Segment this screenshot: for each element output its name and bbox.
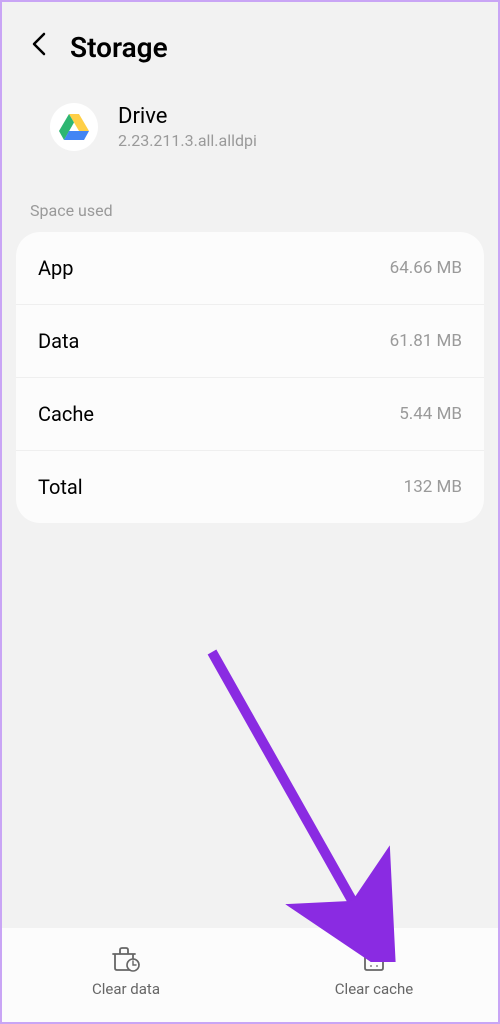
drive-app-icon xyxy=(50,103,98,151)
clear-data-label: Clear data xyxy=(92,980,160,998)
clear-data-icon xyxy=(112,946,140,972)
row-value: 132 MB xyxy=(404,477,462,497)
row-value: 64.66 MB xyxy=(390,258,462,278)
bottom-bar: Clear data Clear cache xyxy=(2,928,498,1022)
page-title: Storage xyxy=(70,31,168,64)
section-label: Space used xyxy=(2,181,498,232)
header: Storage xyxy=(2,2,498,83)
row-label: Total xyxy=(38,475,83,499)
app-info: Drive 2.23.211.3.all.alldpi xyxy=(2,83,498,181)
storage-row-total: Total 132 MB xyxy=(16,451,484,523)
storage-row-app: App 64.66 MB xyxy=(16,232,484,305)
clear-data-button[interactable]: Clear data xyxy=(2,946,250,998)
clear-cache-icon xyxy=(360,946,388,972)
row-label: Cache xyxy=(38,402,94,426)
app-name: Drive xyxy=(118,104,257,129)
row-value: 61.81 MB xyxy=(390,331,462,351)
row-label: Data xyxy=(38,329,79,353)
storage-card: App 64.66 MB Data 61.81 MB Cache 5.44 MB… xyxy=(16,232,484,523)
app-version: 2.23.211.3.all.alldpi xyxy=(118,131,257,150)
clear-cache-label: Clear cache xyxy=(335,980,413,998)
row-label: App xyxy=(38,256,74,280)
back-icon[interactable] xyxy=(30,30,50,65)
row-value: 5.44 MB xyxy=(399,404,462,424)
storage-row-cache: Cache 5.44 MB xyxy=(16,378,484,451)
storage-row-data: Data 61.81 MB xyxy=(16,305,484,378)
clear-cache-button[interactable]: Clear cache xyxy=(250,946,498,998)
